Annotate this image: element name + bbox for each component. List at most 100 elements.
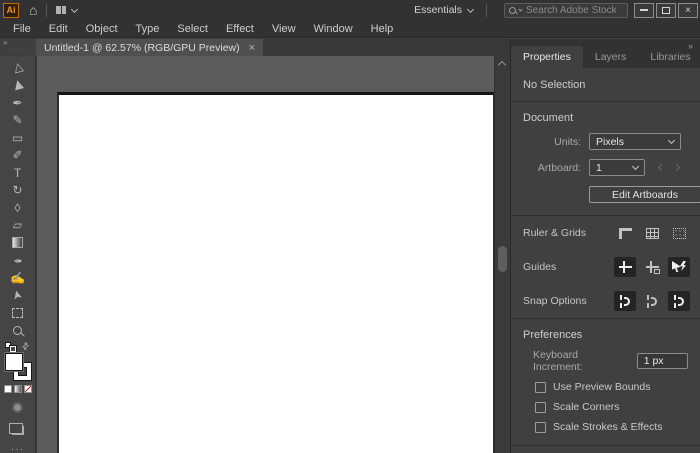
show-grid-button[interactable] <box>641 223 663 243</box>
none-swatch-button[interactable] <box>23 385 32 393</box>
snap-to-pixel-icon <box>647 294 657 308</box>
menu-edit[interactable]: Edit <box>40 23 77 35</box>
color-swatch-button[interactable] <box>3 385 12 393</box>
close-button[interactable]: × <box>678 2 698 18</box>
pen-tool[interactable]: ✒ <box>5 94 31 112</box>
properties-panel: No Selection Document Units: Pixels Artb… <box>511 68 700 453</box>
ruler-grids-row: Ruler & Grids <box>511 216 700 250</box>
zoom-tool[interactable] <box>5 322 31 340</box>
eyedropper-tool[interactable]: ✒ <box>5 252 31 270</box>
units-select[interactable]: Pixels <box>589 133 681 150</box>
toolbar-grip-icon[interactable]: ····· <box>0 46 36 54</box>
quick-actions-section: Quick Actions Document Setup Preferences <box>511 446 700 453</box>
separator <box>486 3 487 17</box>
title-bar: Ai ⌂ Essentials Search Adobe Stock × <box>0 0 700 20</box>
chevron-down-icon[interactable] <box>71 5 79 13</box>
workspace-switcher[interactable]: Essentials <box>410 4 477 16</box>
menu-object[interactable]: Object <box>77 23 127 35</box>
tab-libraries[interactable]: Libraries <box>638 46 700 68</box>
arrange-documents-icon[interactable] <box>56 6 67 14</box>
search-placeholder: Search Adobe Stock <box>526 4 617 16</box>
type-tool[interactable]: T <box>5 164 31 182</box>
pixel-grid-button[interactable] <box>668 223 690 243</box>
more-tools-button[interactable]: ··· <box>11 444 24 453</box>
use-preview-bounds-checkbox[interactable] <box>535 381 546 393</box>
home-icon[interactable]: ⌂ <box>29 3 37 17</box>
document-tab-title: Untitled-1 @ 62.57% (RGB/GPU Preview) <box>44 41 240 54</box>
lock-guides-button[interactable] <box>641 257 663 277</box>
default-fill-stroke-button[interactable] <box>5 341 16 352</box>
tab-layers[interactable]: Layers <box>583 46 639 68</box>
lock-guides-icon <box>645 261 660 274</box>
menu-file[interactable]: File <box>4 23 40 35</box>
document-tab[interactable]: Untitled-1 @ 62.57% (RGB/GPU Preview) × <box>36 39 264 56</box>
show-guides-button[interactable] <box>614 257 636 277</box>
tab-properties[interactable]: Properties <box>511 46 583 68</box>
rotate-tool[interactable]: ↻ <box>5 182 31 200</box>
artboard-select[interactable]: 1 <box>589 159 645 176</box>
selection-tool-icon: ▷ <box>9 61 26 75</box>
guides-row: Guides <box>511 250 700 284</box>
next-artboard-icon[interactable] <box>672 163 681 172</box>
canvas[interactable] <box>37 56 510 453</box>
scrollbar-thumb[interactable] <box>498 246 507 272</box>
swap-fill-stroke-icon[interactable]: ⇄ <box>20 340 33 353</box>
gradient-tool[interactable] <box>5 234 31 252</box>
illustrator-window: Ai ⌂ Essentials Search Adobe Stock × Fil… <box>0 0 700 453</box>
maximize-icon <box>662 6 670 14</box>
menu-view[interactable]: View <box>263 23 305 35</box>
edit-artboards-button[interactable]: Edit Artboards <box>589 186 700 203</box>
snap-to-point-button[interactable] <box>668 291 690 311</box>
scale-tool[interactable]: ▱ <box>5 217 31 235</box>
vertical-scrollbar[interactable] <box>494 56 510 453</box>
smart-guides-button[interactable] <box>668 257 690 277</box>
menu-window[interactable]: Window <box>305 23 362 35</box>
snap-to-grid-button[interactable] <box>614 291 636 311</box>
app-logo-icon[interactable]: Ai <box>3 2 19 18</box>
menu-select[interactable]: Select <box>168 23 217 35</box>
menu-effect[interactable]: Effect <box>217 23 263 35</box>
shape-builder-tool[interactable]: ➤ <box>5 287 31 305</box>
pen-tool-icon: ✒ <box>12 95 23 110</box>
artboard[interactable] <box>57 92 494 453</box>
toolbar-expand-icon[interactable]: » <box>0 39 36 47</box>
curvature-tool[interactable]: ✎ <box>5 112 31 130</box>
tab-close-icon[interactable]: × <box>249 42 255 54</box>
keyboard-increment-input[interactable]: 1 px <box>636 353 688 369</box>
symbol-sprayer-tool[interactable]: ✍ <box>5 269 31 287</box>
drawing-modes-button[interactable] <box>12 402 23 413</box>
shape-builder-tool-icon: ➤ <box>9 288 26 302</box>
paintbrush-tool[interactable]: ✐ <box>5 147 31 165</box>
selection-tool[interactable]: ▷ <box>5 59 31 77</box>
section-title: Document <box>523 112 574 124</box>
units-label: Units: <box>554 135 581 148</box>
search-input[interactable]: Search Adobe Stock <box>504 2 628 18</box>
gradient-swatch-button[interactable] <box>13 385 22 393</box>
eraser-tool[interactable]: ◊ <box>5 199 31 217</box>
maximize-button[interactable] <box>656 2 676 18</box>
chevron-down-icon <box>631 162 640 171</box>
guides-icon <box>618 261 632 273</box>
menu-type[interactable]: Type <box>127 23 169 35</box>
scale-corners-label: Scale Corners <box>553 401 620 413</box>
guides-label: Guides <box>523 261 557 273</box>
grid-icon <box>645 227 659 239</box>
paintbrush-tool-icon: ✐ <box>12 148 23 163</box>
scale-corners-checkbox[interactable] <box>535 401 546 413</box>
keyboard-increment-label: Keyboard Increment: <box>533 349 583 373</box>
show-rulers-button[interactable] <box>614 223 636 243</box>
toolbar-header: » ····· <box>0 39 36 56</box>
rectangle-tool[interactable]: ▭ <box>5 129 31 147</box>
direct-selection-tool[interactable]: ▶ <box>5 77 31 95</box>
screen-mode-button[interactable] <box>8 423 24 435</box>
minimize-button[interactable] <box>634 2 654 18</box>
previous-artboard-icon[interactable] <box>657 163 666 172</box>
artboard-tool[interactable] <box>5 304 31 322</box>
fill-swatch[interactable] <box>5 353 23 371</box>
artboard-tool-icon <box>12 307 23 318</box>
menu-help[interactable]: Help <box>362 23 403 35</box>
scale-strokes-effects-checkbox[interactable] <box>535 421 546 433</box>
scroll-up-icon[interactable] <box>497 60 507 70</box>
fill-stroke-control <box>4 353 31 380</box>
snap-to-pixel-button[interactable] <box>641 291 663 311</box>
